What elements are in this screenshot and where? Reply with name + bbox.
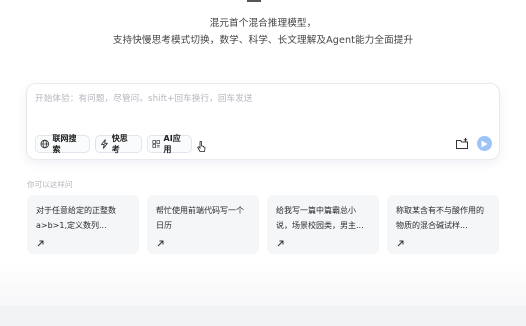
web-search-toggle[interactable]: 联网搜索: [35, 134, 90, 154]
app-grid-icon: [152, 140, 161, 148]
footer-band: [0, 306, 526, 326]
ai-app-label: AI应用: [163, 134, 181, 154]
intro-line-2: 支持快慢思考模式切换，数学、科学、长文理解及Agent能力全面提升: [112, 35, 414, 46]
suggestion-card[interactable]: 给我写一篇中篇霸总小 说，场景校园类，男主...: [267, 195, 379, 254]
lightning-icon: [101, 139, 108, 149]
composer-input[interactable]: 开始体验：有问题，尽管问。shift+回车换行，回车发送: [35, 92, 253, 104]
pointer-cursor-icon: [197, 141, 206, 152]
fast-think-label: 快思考: [111, 134, 128, 154]
suggestion-text: 给我写一篇中篇霸总小 说，场景校园类，男主...: [276, 206, 364, 230]
composer[interactable]: 开始体验：有问题，尽管问。shift+回车换行，回车发送 联网搜索 快思考 AI…: [26, 83, 500, 160]
ai-app-button[interactable]: AI应用: [147, 134, 192, 154]
suggestion-card[interactable]: 称取某含有不与酸作用的 物质的混合碱试样...: [387, 195, 499, 254]
page: 混元首个混合推理模型， 支持快慢思考模式切换，数学、科学、长文理解及Agent能…: [0, 0, 526, 326]
fast-think-toggle[interactable]: 快思考: [95, 134, 142, 154]
suggestion-text: 帮忙使用前端代码写一个 日历: [156, 206, 244, 230]
suggestions-label: 你可以这样问: [27, 180, 73, 189]
arrow-up-right-icon: [397, 240, 404, 247]
arrow-up-right-icon: [37, 240, 44, 247]
suggestion-card[interactable]: 对于任意给定的正整数 a>b>1,定义数列...: [27, 195, 139, 254]
arrow-up-right-icon: [157, 240, 164, 247]
send-arrow-icon: [481, 140, 488, 147]
suggestion-text: 称取某含有不与酸作用的 物质的混合碱试样...: [396, 206, 484, 230]
arrow-up-right-icon: [277, 240, 284, 247]
intro-line-1: 混元首个混合推理模型，: [209, 18, 317, 29]
suggestion-card[interactable]: 帮忙使用前端代码写一个 日历: [147, 195, 259, 254]
folder-icon: [456, 138, 468, 149]
send-button[interactable]: [477, 136, 492, 151]
globe-icon: [40, 139, 50, 149]
logo-fragment: [247, 0, 261, 2]
web-search-label: 联网搜索: [52, 134, 77, 154]
suggestion-text: 对于任意给定的正整数 a>b>1,定义数列...: [36, 206, 116, 230]
upload-folder-button[interactable]: [455, 136, 469, 150]
